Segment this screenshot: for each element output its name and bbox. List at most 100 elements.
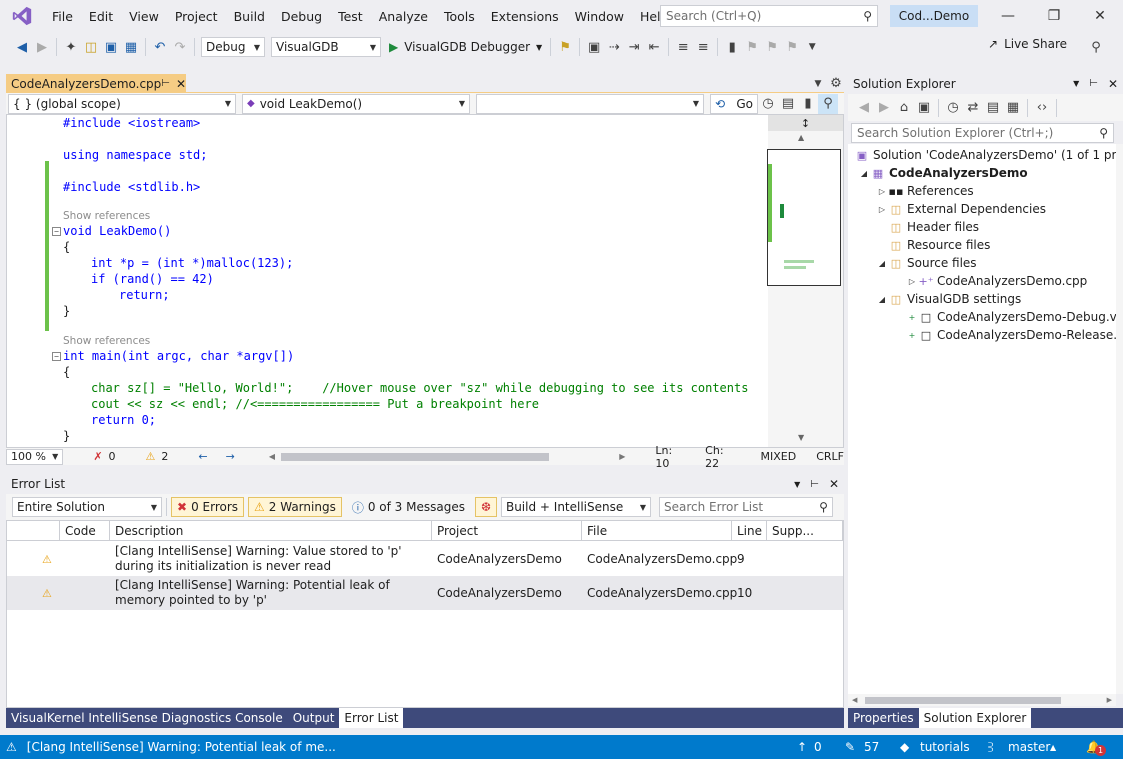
document-icon[interactable]: ▤ — [778, 94, 798, 114]
menu-extensions[interactable]: Extensions — [483, 0, 567, 32]
prev-issue-icon[interactable]: ← — [198, 450, 207, 463]
open-folder-icon[interactable]: ◫ — [81, 37, 101, 57]
find-icon[interactable]: ⚲ — [818, 93, 838, 114]
tab-list-icon[interactable]: ▼ — [808, 74, 828, 94]
se-horizontal-scrollbar[interactable]: ◀ ▶ — [848, 694, 1116, 706]
errors-filter-button[interactable]: ✖ 0 Errors — [171, 497, 245, 517]
platform-select[interactable]: VisualGDB ▼ — [271, 37, 381, 57]
save-all-icon[interactable]: ▦ — [121, 37, 141, 57]
tree-node-header-files[interactable]: ◫ Header files — [888, 218, 979, 236]
tree-node-release-settings[interactable]: +□CodeAnalyzersDemo-Release.vgdbsettings — [906, 326, 1116, 344]
toolbar-overflow-icon[interactable]: ▼ — [802, 37, 822, 57]
function-select[interactable]: ◆ void LeakDemo() ▼ — [242, 93, 470, 114]
menu-file[interactable]: File — [44, 0, 81, 32]
find-in-files-icon[interactable]: ⚑ — [555, 37, 575, 57]
comment-icon[interactable]: ≡ — [673, 37, 693, 57]
table-row[interactable]: ⚠ [Clang IntelliSense] Warning: Value st… — [7, 542, 843, 576]
back-icon[interactable]: ◀ — [854, 98, 874, 118]
feedback-icon[interactable]: ⚲ — [1086, 37, 1106, 57]
menu-window[interactable]: Window — [567, 0, 632, 32]
tag-icon[interactable]: ▮ — [798, 94, 818, 114]
pin-icon[interactable]: ⊢ — [810, 479, 819, 490]
solution-search-input[interactable]: Search Solution Explorer (Ctrl+;) ⚲ — [851, 123, 1114, 143]
show-all-files-icon[interactable]: ▦ — [1003, 98, 1023, 118]
hscroll-right-icon[interactable]: ▶ — [1107, 696, 1112, 704]
forward-icon[interactable]: ▶ — [32, 37, 52, 57]
minimize-button[interactable]: — — [985, 0, 1031, 32]
column-header-line[interactable]: Line — [732, 521, 767, 541]
new-project-icon[interactable]: ✦ — [61, 37, 81, 57]
window-options-icon[interactable]: ▼ — [1073, 79, 1079, 88]
redo-icon[interactable]: ↷ — [170, 37, 190, 57]
screenshot-icon[interactable]: ▣ — [584, 37, 604, 57]
maximize-button[interactable]: ❐ — [1031, 0, 1077, 32]
error-list-search-input[interactable]: Search Error List ⚲ — [658, 497, 833, 517]
tree-node-references[interactable]: ▷ ▪▪ References — [876, 182, 974, 200]
configuration-select[interactable]: Debug ▼ — [201, 37, 265, 57]
next-bookmark-icon[interactable]: ⚑ — [762, 37, 782, 57]
messages-filter-button[interactable]: ⓘ 0 of 3 Messages — [346, 497, 471, 517]
prev-bookmark-icon[interactable]: ⚑ — [742, 37, 762, 57]
column-header-code[interactable]: Code — [60, 521, 110, 541]
window-options-icon[interactable]: ▼ — [794, 480, 800, 489]
scroll-down-icon[interactable]: ▼ — [798, 433, 804, 442]
bookmark-icon[interactable]: ▮ — [722, 37, 742, 57]
menu-build[interactable]: Build — [226, 0, 273, 32]
history-icon[interactable]: ◷ — [758, 94, 778, 114]
step-icon[interactable]: ⇢ — [604, 37, 624, 57]
vertical-scrollbar[interactable] — [1116, 144, 1123, 694]
pin-icon[interactable]: ⊢ — [161, 78, 170, 89]
tree-node-external-deps[interactable]: ▷ ◫ External Dependencies — [876, 200, 1046, 218]
uncomment-icon[interactable]: ≡ — [693, 37, 713, 57]
menu-test[interactable]: Test — [330, 0, 371, 32]
close-tab-icon[interactable]: ✕ — [176, 77, 186, 91]
collapse-all-icon[interactable]: ▤ — [983, 98, 1003, 118]
minimap-viewport[interactable] — [767, 149, 841, 286]
document-tab[interactable]: CodeAnalyzersDemo.cpp ⊢ ✕ — [6, 74, 186, 93]
pencil-icon[interactable]: ✎ — [845, 740, 855, 754]
live-share-button[interactable]: ↗ Live Share — [988, 37, 1067, 51]
table-row[interactable]: ⚠ [Clang IntelliSense] Warning: Potentia… — [7, 576, 843, 610]
undo-icon[interactable]: ↶ — [150, 37, 170, 57]
column-header-file[interactable]: File — [582, 521, 732, 541]
tree-node-visualgdb-settings[interactable]: ◢ ◫ VisualGDB settings — [876, 290, 1021, 308]
column-header-description[interactable]: Description — [110, 521, 432, 541]
hscroll-right-icon[interactable]: ▶ — [619, 452, 625, 461]
clear-bookmarks-icon[interactable]: ⚑ — [782, 37, 802, 57]
back-icon[interactable]: ◀ — [12, 37, 32, 57]
start-debugger-button[interactable]: ▶ VisualGDB Debugger ▼ — [389, 40, 542, 54]
build-filter-select[interactable]: Build + IntelliSense ▼ — [500, 497, 651, 517]
column-header-suppression[interactable]: Supp... — [767, 521, 843, 541]
pin-icon[interactable]: ⊢ — [1089, 78, 1098, 89]
zoom-select[interactable]: 100 % ▼ — [6, 448, 64, 465]
forward-icon[interactable]: ▶ — [874, 98, 894, 118]
menu-analyze[interactable]: Analyze — [371, 0, 436, 32]
switch-views-icon[interactable]: ▣ — [914, 98, 934, 118]
menu-project[interactable]: Project — [167, 0, 226, 32]
tree-node-solution[interactable]: ▣ Solution 'CodeAnalyzersDemo' (1 of 1 pr… — [854, 146, 1116, 164]
sync-icon[interactable]: ⇄ — [963, 98, 983, 118]
tree-node-project[interactable]: ◢ ▦ CodeAnalyzersDemo — [858, 164, 1028, 182]
warnings-filter-button[interactable]: ⚠ 2 Warnings — [248, 497, 342, 517]
tree-node-cpp-file[interactable]: ▷ +⁺ CodeAnalyzersDemo.cpp — [906, 272, 1087, 290]
push-icon[interactable]: ↑ — [797, 740, 807, 754]
home-icon[interactable]: ⌂ — [894, 98, 914, 118]
tab-error-list[interactable]: Error List — [339, 708, 404, 728]
clear-filter-button[interactable]: ❆ — [474, 497, 497, 517]
scope-filter-select[interactable]: Entire Solution ▼ — [12, 497, 162, 517]
scroll-thumb[interactable] — [865, 696, 1062, 704]
tree-node-resource-files[interactable]: ◫ Resource files — [888, 236, 991, 254]
collapse-icon[interactable]: − — [52, 227, 61, 236]
repo-icon[interactable]: ◆ — [900, 740, 909, 754]
tree-node-source-files[interactable]: ◢ ◫ Source files — [876, 254, 977, 272]
tab-properties[interactable]: Properties — [848, 708, 919, 728]
scroll-up-icon[interactable]: ▲ — [798, 133, 804, 142]
hscroll-left-icon[interactable]: ◀ — [852, 696, 857, 704]
scope-select[interactable]: { } (global scope) ▼ — [8, 93, 236, 114]
tab-output[interactable]: Output — [288, 708, 340, 728]
menu-view[interactable]: View — [121, 0, 167, 32]
tab-solution-explorer[interactable]: Solution Explorer — [918, 708, 1032, 728]
save-icon[interactable]: ▣ — [101, 37, 121, 57]
code-text[interactable]: #include <iostream> using namespace std;… — [8, 115, 766, 447]
show-references-link[interactable]: Show references — [63, 210, 150, 222]
